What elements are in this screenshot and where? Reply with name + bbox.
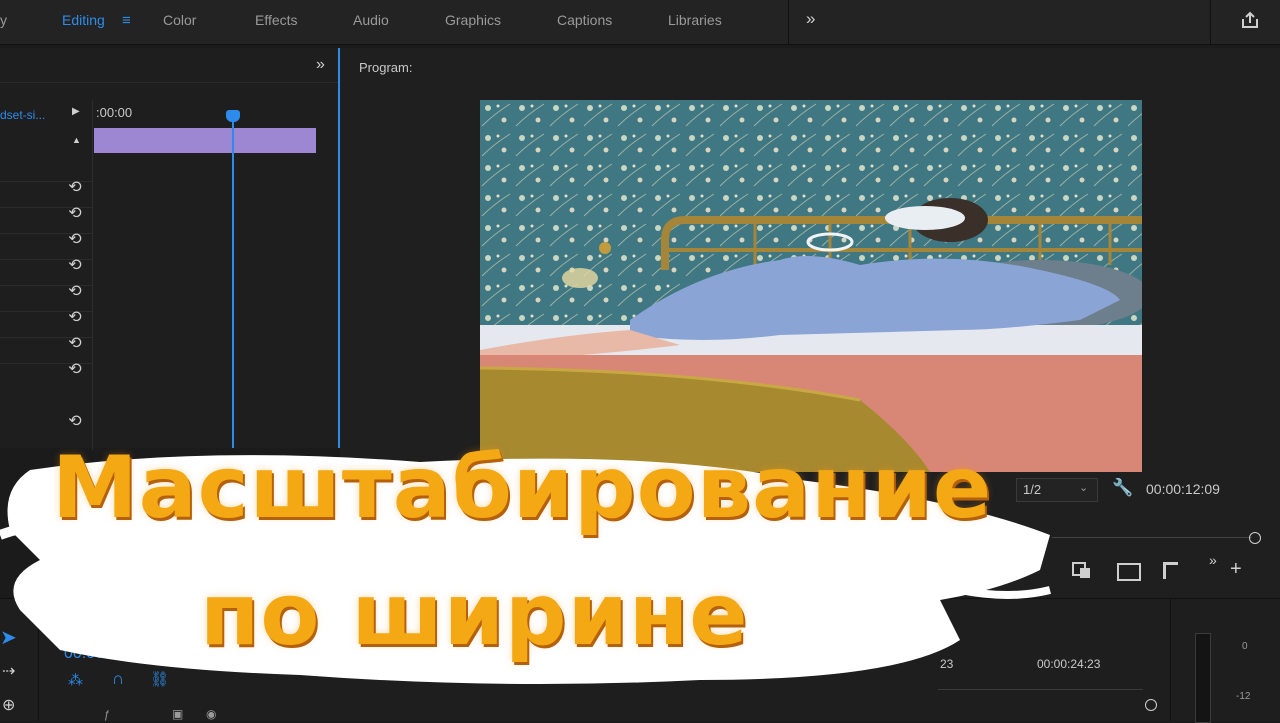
compare-view-icon[interactable] bbox=[1072, 562, 1096, 580]
workspace-tab-audio[interactable]: Audio bbox=[353, 12, 389, 28]
panel-expand-icon[interactable]: » bbox=[316, 56, 325, 74]
workspace-tab-graphics[interactable]: Graphics bbox=[445, 12, 501, 28]
eye-icon[interactable]: ◉ bbox=[206, 707, 216, 721]
column-divider bbox=[92, 100, 93, 450]
chevron-down-icon: ⌄ bbox=[1079, 482, 1089, 494]
clip-name[interactable]: dset-si... bbox=[0, 108, 45, 122]
program-timecode[interactable]: 00:00:12:09 bbox=[1146, 481, 1220, 497]
more-workspaces-icon[interactable]: » bbox=[806, 9, 815, 29]
workspace-tab-partial[interactable]: y bbox=[0, 12, 7, 28]
video-frame-image bbox=[480, 100, 1142, 472]
db-label-top: 0 bbox=[1242, 641, 1248, 652]
safe-margins-icon[interactable] bbox=[1117, 563, 1141, 581]
add-button-icon[interactable]: + bbox=[1230, 558, 1242, 581]
divider bbox=[1170, 599, 1171, 721]
playhead-line[interactable] bbox=[232, 116, 234, 448]
audio-meter bbox=[1195, 633, 1211, 723]
overlay-title-line2: по ширине bbox=[200, 565, 749, 665]
divider bbox=[1210, 0, 1211, 44]
track-source-icon[interactable]: ƒ bbox=[104, 709, 110, 721]
scrub-bar[interactable] bbox=[1052, 537, 1252, 538]
workspace-tab-captions[interactable]: Captions bbox=[557, 12, 612, 28]
workspace-tab-effects[interactable]: Effects bbox=[255, 12, 298, 28]
mini-timeline-start: :00:00 bbox=[96, 105, 133, 120]
reset-icon[interactable]: ⟲ bbox=[64, 412, 86, 432]
collapse-up-icon[interactable]: ▲ bbox=[72, 135, 81, 145]
workspace-tab-editing[interactable]: Editing bbox=[62, 12, 105, 28]
workspace-tab-color[interactable]: Color bbox=[163, 12, 196, 28]
scrub-end-handle[interactable] bbox=[1249, 532, 1261, 544]
wrench-icon[interactable]: 🔧 bbox=[1112, 478, 1133, 498]
workspace-bar: y Editing ≡ Color Effects Audio Graphics… bbox=[0, 0, 1280, 45]
reset-icon[interactable]: ⟲ bbox=[64, 360, 86, 380]
track-output-icon[interactable]: ▣ bbox=[172, 707, 183, 721]
crop-icon[interactable] bbox=[1163, 562, 1178, 579]
divider bbox=[788, 0, 789, 44]
menu-icon[interactable]: ≡ bbox=[122, 12, 131, 29]
overlay-title-line1: Масштабирование bbox=[52, 438, 993, 538]
zoom-handle[interactable] bbox=[1145, 699, 1157, 711]
program-video-frame[interactable] bbox=[480, 100, 1142, 472]
panel-title: Program: bbox=[359, 60, 413, 75]
play-triangle-icon[interactable]: ▶ bbox=[72, 106, 80, 117]
db-label-mid: -12 bbox=[1236, 691, 1251, 702]
divider bbox=[0, 82, 338, 83]
playhead-handle[interactable] bbox=[226, 110, 240, 122]
workspace-tab-libraries[interactable]: Libraries bbox=[668, 12, 722, 28]
share-icon[interactable] bbox=[1240, 10, 1260, 30]
clip-bar[interactable] bbox=[94, 128, 316, 153]
more-controls-icon[interactable]: » bbox=[1209, 552, 1217, 568]
effect-controls-panel: » dset-si... ▶ ▲ :00:00 ⟲ ⟲ ⟲ ⟲ ⟲ ⟲ ⟲ ⟲ … bbox=[0, 48, 340, 450]
